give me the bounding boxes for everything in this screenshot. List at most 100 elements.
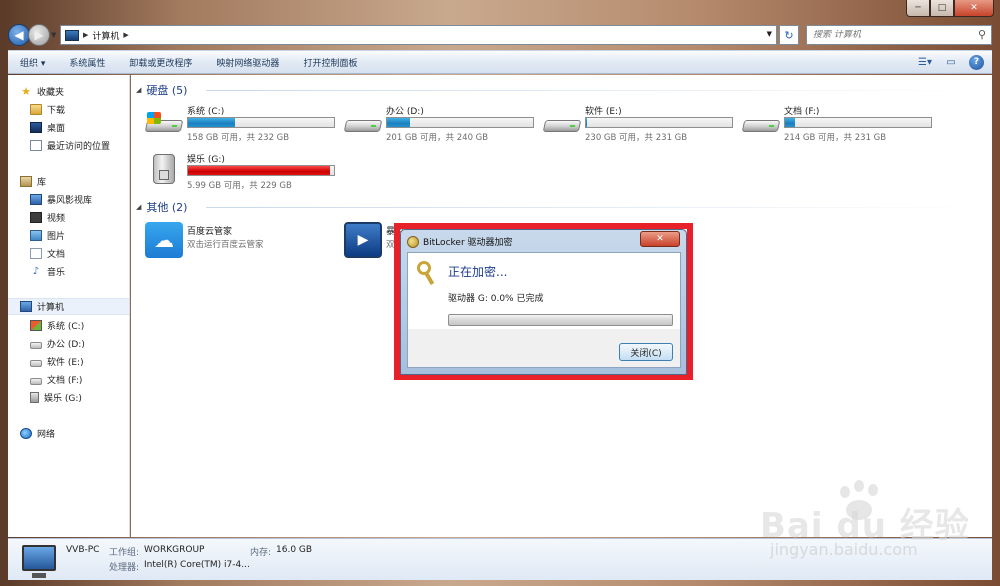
uninstall-program-button[interactable]: 卸载或更改程序 <box>117 56 204 69</box>
organize-menu[interactable]: 组织 ▾ <box>8 56 57 69</box>
encryption-progress-bar <box>448 314 673 326</box>
nav-drive-f[interactable]: 文档 (F:) <box>30 371 129 388</box>
back-button[interactable]: ◀ <box>8 24 30 46</box>
nav-documents[interactable]: 文档 <box>30 245 129 262</box>
group-divider <box>206 207 986 208</box>
nav-recent-places[interactable]: 最近访问的位置 <box>30 137 129 154</box>
search-box[interactable]: ⚲ <box>806 25 992 45</box>
nav-storm-library[interactable]: 暴风影视库 <box>30 191 129 208</box>
item-name: 百度云管家 <box>187 227 233 237</box>
preview-pane-icon[interactable]: ▭ <box>943 54 959 70</box>
nav-drive-g[interactable]: 娱乐 (G:) <box>30 389 129 406</box>
open-control-panel-button[interactable]: 打开控制面板 <box>291 56 369 69</box>
help-icon[interactable]: ? <box>969 54 984 70</box>
address-history-dropdown[interactable]: ▼ <box>767 30 772 38</box>
drive-usage-bar <box>386 117 534 128</box>
search-icon[interactable]: ⚲ <box>978 28 986 41</box>
drive-item-g[interactable]: 娱乐 (G:) 5.99 GB 可用，共 229 GB <box>145 152 340 194</box>
dialog-title-bar: BitLocker 驱动器加密 <box>407 233 513 250</box>
address-bar[interactable]: ▶ 计算机 ▶ ▼ <box>60 25 777 45</box>
dialog-close-button[interactable]: ✕ <box>640 231 680 247</box>
nav-desktop[interactable]: 桌面 <box>30 119 129 136</box>
nav-drive-c[interactable]: 系统 (C:) <box>30 317 129 334</box>
nav-favorites[interactable]: ★ 收藏夹 <box>20 83 129 100</box>
pc-name: VVB-PC <box>66 545 100 555</box>
picture-icon <box>30 230 42 241</box>
close-window-button[interactable]: ✕ <box>954 0 994 17</box>
nav-downloads[interactable]: 下载 <box>30 101 129 118</box>
search-input[interactable] <box>813 30 973 40</box>
drive-item-c[interactable]: 系统 (C:) 158 GB 可用，共 232 GB <box>144 104 340 146</box>
collapse-icon[interactable]: ◢ <box>136 203 141 211</box>
refresh-button[interactable]: ↻ <box>779 25 799 45</box>
baidu-jingyan-watermark: Bai du 经验 jingyan.baidu.com <box>760 478 990 568</box>
document-icon <box>30 248 42 259</box>
bitlocker-dialog: BitLocker 驱动器加密 ✕ 正在加密... 驱动器 G: 0.0% 已完… <box>400 229 687 375</box>
window-controls: ─ □ ✕ <box>906 0 994 17</box>
navigation-pane: ★ 收藏夹 下载 桌面 最近访问的位置 库 暴风影视库 视频 图片 文档 ♪ 音乐 <box>8 75 130 537</box>
baofeng-icon: ▶ <box>344 222 382 258</box>
hard-drive-icon <box>542 114 582 136</box>
baidu-cloud-icon: ☁ <box>145 222 183 258</box>
bitlocker-drive-icon <box>145 154 183 184</box>
chevron-right-icon[interactable]: ▶ <box>123 31 128 39</box>
window-frame: ─ □ ✕ ◀ ▶ ▼ ▶ 计算机 ▶ ▼ ↻ ⚲ 组织 ▾ 系统属性 卸载或更… <box>0 0 1000 586</box>
desktop-icon <box>30 122 42 133</box>
breadcrumb-computer[interactable]: 计算机 <box>92 29 119 42</box>
nav-music[interactable]: ♪ 音乐 <box>30 263 129 280</box>
workgroup-value: WORKGROUP <box>144 545 205 555</box>
forward-button[interactable]: ▶ <box>28 24 50 46</box>
drive-size-text: 230 GB 可用，共 231 GB <box>585 133 688 143</box>
minimize-button[interactable]: ─ <box>906 0 930 17</box>
video-library-icon <box>30 194 42 205</box>
memory-label: 内存: <box>250 548 272 558</box>
other-item-baidu-yun[interactable]: ☁ 百度云管家 双击运行百度云管家 <box>145 222 345 262</box>
download-folder-icon <box>30 104 42 115</box>
dialog-content: 正在加密... 驱动器 G: 0.0% 已完成 <box>408 253 680 329</box>
drive-name: 系统 (C:) <box>187 107 225 117</box>
encryption-status: 驱动器 G: 0.0% 已完成 <box>448 294 544 304</box>
nav-drive-e[interactable]: 软件 (E:) <box>30 353 129 370</box>
hard-drive-icon <box>30 341 42 349</box>
map-network-drive-button[interactable]: 映射网络驱动器 <box>204 56 291 69</box>
workgroup-label: 工作组: <box>109 548 140 558</box>
system-drive-icon <box>144 112 184 136</box>
nav-network[interactable]: 网络 <box>20 425 129 442</box>
system-properties-button[interactable]: 系统属性 <box>57 56 117 69</box>
nav-pictures[interactable]: 图片 <box>30 227 129 244</box>
dialog-close-action-button[interactable]: 关闭(C) <box>619 343 673 361</box>
dialog-title: BitLocker 驱动器加密 <box>423 238 513 248</box>
drive-item-d[interactable]: 办公 (D:) 201 GB 可用，共 240 GB <box>343 104 539 146</box>
drive-name: 办公 (D:) <box>386 107 424 117</box>
drive-usage-bar <box>585 117 733 128</box>
drive-size-text: 214 GB 可用，共 231 GB <box>784 133 887 143</box>
refresh-icon: ↻ <box>784 28 794 42</box>
change-view-icon[interactable]: ☰▾ <box>917 54 933 70</box>
collapse-icon[interactable]: ◢ <box>136 86 141 94</box>
drive-item-e[interactable]: 软件 (E:) 230 GB 可用，共 231 GB <box>542 104 738 146</box>
encryption-heading: 正在加密... <box>448 265 508 279</box>
arrow-left-icon: ◀ <box>14 28 24 42</box>
recent-pages-dropdown[interactable]: ▼ <box>51 31 56 39</box>
nav-drive-d[interactable]: 办公 (D:) <box>30 335 129 352</box>
processor-value: Intel(R) Core(TM) i7-4... <box>144 560 250 570</box>
drive-usage-bar <box>187 117 335 128</box>
arrow-right-icon: ▶ <box>34 28 44 42</box>
computer-icon <box>22 545 56 578</box>
hard-drive-icon <box>30 359 42 367</box>
computer-icon <box>20 301 32 312</box>
maximize-button[interactable]: □ <box>930 0 954 17</box>
group-header-hard-disks[interactable]: ◢ 硬盘 (5) <box>136 82 986 97</box>
drive-size-text: 158 GB 可用，共 232 GB <box>187 133 290 143</box>
drive-usage-bar <box>784 117 932 128</box>
dialog-body: 正在加密... 驱动器 G: 0.0% 已完成 关闭(C) <box>407 252 681 368</box>
group-divider <box>206 90 986 91</box>
nav-libraries[interactable]: 库 <box>20 173 129 190</box>
video-icon <box>30 212 42 223</box>
nav-videos[interactable]: 视频 <box>30 209 129 226</box>
drive-item-f[interactable]: 文档 (F:) 214 GB 可用，共 231 GB <box>741 104 937 146</box>
nav-computer[interactable]: 计算机 <box>8 298 129 315</box>
group-header-other[interactable]: ◢ 其他 (2) <box>136 199 986 214</box>
drive-name: 软件 (E:) <box>585 107 622 117</box>
chevron-right-icon[interactable]: ▶ <box>83 31 88 39</box>
